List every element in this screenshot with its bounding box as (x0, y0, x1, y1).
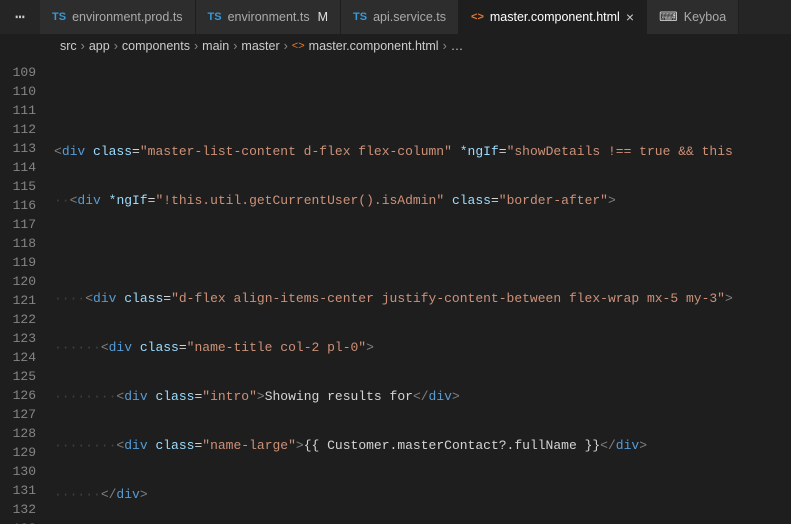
tab-bar: ⋯ TS environment.prod.ts TS environment.… (0, 0, 791, 35)
line-number: 126 (0, 386, 36, 405)
breadcrumb-item[interactable]: master (241, 39, 279, 53)
breadcrumb-item[interactable]: src (60, 39, 77, 53)
tab-label: environment.ts (228, 10, 310, 24)
line-number: 131 (0, 481, 36, 500)
line-number-gutter: 109 110 111 112 113 114 115 116 117 118 … (0, 57, 54, 524)
tab-label: environment.prod.ts (72, 10, 182, 24)
typescript-icon: TS (353, 11, 367, 23)
line-number: 110 (0, 82, 36, 101)
line-number: 112 (0, 120, 36, 139)
line-number: 128 (0, 424, 36, 443)
typescript-icon: TS (52, 11, 66, 23)
chevron-right-icon: › (81, 39, 85, 53)
tab-keyboard[interactable]: ⌨ Keyboa (647, 0, 739, 34)
line-number: 111 (0, 101, 36, 120)
line-number: 132 (0, 500, 36, 519)
tab-api-service[interactable]: TS api.service.ts (341, 0, 459, 34)
line-number: 122 (0, 310, 36, 329)
line-number: 113 (0, 139, 36, 158)
line-number: 116 (0, 196, 36, 215)
typescript-icon: TS (208, 11, 222, 23)
breadcrumb-item[interactable]: master.component.html (309, 39, 439, 53)
code-line: ········<div class="intro">Showing resul… (54, 387, 791, 406)
breadcrumb-item[interactable]: app (89, 39, 110, 53)
line-number: 127 (0, 405, 36, 424)
breadcrumb-more[interactable]: … (451, 39, 464, 53)
code-line: ······</div> (54, 485, 791, 504)
line-number: 129 (0, 443, 36, 462)
html-icon: <> (292, 40, 305, 52)
line-number: 133 (0, 519, 36, 524)
code-area[interactable]: <div class="master-list-content d-flex f… (54, 57, 791, 524)
more-tabs-button[interactable]: ⋯ (0, 0, 40, 34)
line-number: 130 (0, 462, 36, 481)
breadcrumb-item[interactable]: main (202, 39, 229, 53)
line-number: 119 (0, 253, 36, 272)
chevron-right-icon: › (284, 39, 288, 53)
chevron-right-icon: › (443, 39, 447, 53)
line-number: 120 (0, 272, 36, 291)
html-icon: <> (471, 11, 484, 23)
line-number: 114 (0, 158, 36, 177)
tab-label: master.component.html (490, 10, 620, 24)
editor: 109 110 111 112 113 114 115 116 117 118 … (0, 57, 791, 524)
line-number: 125 (0, 367, 36, 386)
line-number: 109 (0, 63, 36, 82)
line-number: 124 (0, 348, 36, 367)
line-number: 117 (0, 215, 36, 234)
close-icon[interactable]: × (626, 9, 634, 25)
code-line: <div class="master-list-content d-flex f… (54, 142, 791, 161)
code-line (54, 93, 791, 112)
line-number: 115 (0, 177, 36, 196)
code-line: ··<div *ngIf="!this.util.getCurrentUser(… (54, 191, 791, 210)
line-number: 123 (0, 329, 36, 348)
chevron-right-icon: › (233, 39, 237, 53)
chevron-right-icon: › (114, 39, 118, 53)
line-number: 118 (0, 234, 36, 253)
code-line: ········<div class="name-large">{{ Custo… (54, 436, 791, 455)
tab-master-component[interactable]: <> master.component.html × (459, 0, 647, 34)
chevron-right-icon: › (194, 39, 198, 53)
tab-label: api.service.ts (373, 10, 446, 24)
tab-environment[interactable]: TS environment.ts M (196, 0, 341, 34)
tab-environment-prod[interactable]: TS environment.prod.ts (40, 0, 196, 34)
code-line (54, 240, 791, 259)
modified-indicator: M (318, 10, 328, 24)
line-number: 121 (0, 291, 36, 310)
keyboard-icon: ⌨ (659, 9, 678, 25)
tab-label: Keyboa (684, 10, 726, 24)
code-line: ····<div class="d-flex align-items-cente… (54, 289, 791, 308)
breadcrumb: src › app › components › main › master ›… (0, 35, 791, 57)
code-line: ······<div class="name-title col-2 pl-0"… (54, 338, 791, 357)
tabs-container: TS environment.prod.ts TS environment.ts… (40, 0, 791, 34)
breadcrumb-item[interactable]: components (122, 39, 190, 53)
